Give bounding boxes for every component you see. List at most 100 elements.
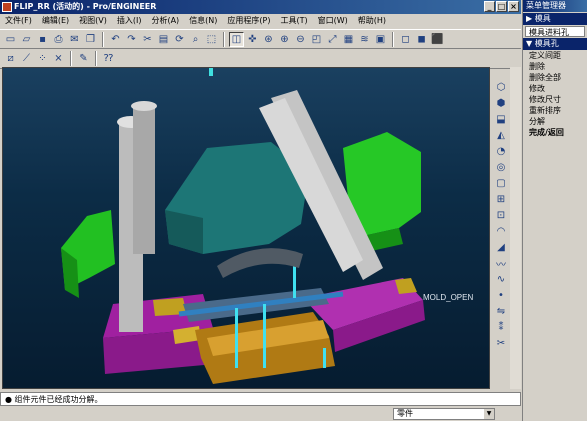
mold-feed-hole-selector[interactable]: 模具进料孔 bbox=[525, 26, 585, 37]
graphics-viewport[interactable]: MOLD_OPEN bbox=[2, 67, 490, 389]
undo-icon[interactable]: ↶ bbox=[108, 32, 123, 47]
datum-point-icon[interactable]: ⁘ bbox=[35, 51, 50, 66]
title-bar: FLIP_RR (活动的) - Pro/ENGINEER _ □ × bbox=[0, 0, 521, 14]
toolbar-separator bbox=[392, 31, 394, 47]
split-icon[interactable]: ⬓ bbox=[493, 112, 509, 126]
menu-info[interactable]: 信息(N) bbox=[184, 14, 222, 28]
menu-help[interactable]: 帮助(H) bbox=[353, 14, 391, 28]
redo-icon[interactable]: ↷ bbox=[124, 32, 139, 47]
maximize-button[interactable]: □ bbox=[496, 1, 507, 12]
window-title: FLIP_RR (活动的) - Pro/ENGINEER bbox=[14, 2, 157, 11]
menu-applications[interactable]: 应用程序(P) bbox=[222, 14, 275, 28]
toolbar-separator bbox=[95, 51, 97, 66]
repaint-icon[interactable]: ◫ bbox=[229, 31, 244, 47]
app-icon bbox=[2, 2, 12, 12]
menu-item-reorder[interactable]: 重新排序 bbox=[523, 105, 587, 116]
menu-edit[interactable]: 编辑(E) bbox=[37, 14, 74, 28]
regenerate-icon[interactable]: ⟳ bbox=[172, 32, 187, 47]
cut-icon[interactable]: ✂ bbox=[140, 32, 155, 47]
point-icon[interactable]: • bbox=[493, 288, 509, 302]
sketch-icon[interactable]: 〰 bbox=[493, 256, 509, 271]
viewport-scrollbar[interactable] bbox=[510, 67, 521, 389]
datum-toolbar: ⧄ ⟋ ⁘ ⨯ ✎ ⁇ bbox=[0, 49, 521, 69]
curve-icon[interactable]: ∿ bbox=[493, 272, 509, 286]
coordinate-system-icon[interactable]: ⨯ bbox=[51, 51, 66, 66]
layers-icon[interactable]: ≋ bbox=[357, 32, 372, 47]
ejector-pin bbox=[323, 348, 326, 368]
paste-icon[interactable]: ▤ bbox=[156, 32, 171, 47]
mold-open-label: MOLD_OPEN bbox=[423, 293, 473, 302]
wireframe-icon[interactable]: ◻ bbox=[398, 32, 413, 47]
molded-part bbox=[217, 248, 303, 278]
email-icon[interactable]: ✉ bbox=[67, 32, 82, 47]
round-icon[interactable]: ◠ bbox=[493, 224, 509, 238]
menu-view[interactable]: 视图(V) bbox=[74, 14, 112, 28]
copy-icon[interactable]: ❐ bbox=[83, 32, 98, 47]
mold-model: MOLD_OPEN bbox=[61, 68, 473, 384]
close-button[interactable]: × bbox=[508, 1, 519, 12]
menu-insert[interactable]: 插入(I) bbox=[112, 14, 147, 28]
menu-window[interactable]: 窗口(W) bbox=[313, 14, 353, 28]
spin-center-icon[interactable]: ✜ bbox=[245, 32, 260, 47]
datum-marker bbox=[209, 68, 213, 76]
view-manager-icon[interactable]: ▣ bbox=[373, 32, 388, 47]
saved-views-icon[interactable]: ▦ bbox=[341, 32, 356, 47]
menu-item-explode[interactable]: 分解 bbox=[523, 116, 587, 127]
datum-axis-icon[interactable]: ⟋ bbox=[19, 51, 34, 66]
guide-pin-top bbox=[131, 101, 157, 111]
new-file-icon[interactable]: ▭ bbox=[3, 32, 18, 47]
pattern-icon[interactable]: ⁑ bbox=[493, 320, 509, 334]
menu-item-modify-dim[interactable]: 修改尺寸 bbox=[523, 94, 587, 105]
trim-icon[interactable]: ✂ bbox=[493, 336, 509, 350]
toolbar-separator bbox=[102, 31, 104, 47]
minimize-button[interactable]: _ bbox=[484, 1, 495, 12]
menu-item-modify[interactable]: 修改 bbox=[523, 83, 587, 94]
draft-icon[interactable]: ⊡ bbox=[493, 208, 509, 222]
shell-icon[interactable]: ▢ bbox=[493, 176, 509, 190]
annotation-icon[interactable]: ✎ bbox=[76, 51, 91, 66]
extrude-icon[interactable]: ◭ bbox=[493, 128, 509, 142]
guide-pin bbox=[133, 106, 155, 254]
menu-item-delete[interactable]: 删除 bbox=[523, 61, 587, 72]
selector-value: 模具进料孔 bbox=[529, 28, 569, 37]
ejector-pin bbox=[263, 304, 266, 368]
menu-item-define-spacing[interactable]: 定义间距 bbox=[523, 50, 587, 61]
hidden-line-icon[interactable]: ◼ bbox=[414, 32, 429, 47]
ejector-pin bbox=[235, 308, 238, 368]
revolve-icon[interactable]: ◔ bbox=[493, 144, 509, 158]
menu-tools[interactable]: 工具(T) bbox=[276, 14, 313, 28]
menu-manager-title: 菜单管理器 bbox=[523, 0, 587, 12]
window-controls: _ □ × bbox=[484, 1, 519, 12]
mold-icon[interactable]: ⬡ bbox=[493, 80, 509, 94]
print-icon[interactable]: ⎙ bbox=[51, 32, 66, 47]
menu-bar: 文件(F) 编辑(E) 视图(V) 插入(I) 分析(A) 信息(N) 应用程序… bbox=[0, 14, 521, 28]
volume-icon[interactable]: ⬢ bbox=[493, 96, 509, 110]
shading-icon[interactable]: ⬛ bbox=[430, 32, 445, 47]
menu-mold-hole-header[interactable]: ▼ 模具孔 bbox=[523, 38, 587, 50]
datum-plane-icon[interactable]: ⧄ bbox=[3, 51, 18, 66]
context-help-icon[interactable]: ⁇ bbox=[101, 51, 116, 66]
rib-icon[interactable]: ⊞ bbox=[493, 192, 509, 206]
menu-item-delete-all[interactable]: 删除全部 bbox=[523, 72, 587, 83]
zoom-in-icon[interactable]: ⊕ bbox=[277, 32, 292, 47]
toolbar-separator bbox=[223, 31, 225, 47]
chamfer-icon[interactable]: ◢ bbox=[493, 240, 509, 254]
status-bar: 零件 ▼ bbox=[0, 407, 521, 421]
menu-file[interactable]: 文件(F) bbox=[0, 14, 37, 28]
menu-item-done-return[interactable]: 完成/返回 bbox=[523, 127, 587, 138]
open-folder-icon[interactable]: ▱ bbox=[19, 32, 34, 47]
zoom-out-icon[interactable]: ⊖ bbox=[293, 32, 308, 47]
save-icon[interactable]: ▪ bbox=[35, 32, 50, 47]
menu-analysis[interactable]: 分析(A) bbox=[146, 14, 184, 28]
chevron-down-icon[interactable]: ▼ bbox=[484, 409, 494, 419]
refit-icon[interactable]: ◰ bbox=[309, 32, 324, 47]
mirror-icon[interactable]: ⇋ bbox=[493, 304, 509, 318]
orient-icon[interactable]: ⊛ bbox=[261, 32, 276, 47]
menu-mold-header[interactable]: ▶ 模具 bbox=[523, 13, 587, 25]
selection-filter-dropdown[interactable]: 零件 ▼ bbox=[393, 408, 495, 420]
hole-icon[interactable]: ◎ bbox=[493, 160, 509, 174]
select-box-icon[interactable]: ⬚ bbox=[204, 32, 219, 47]
main-toolbar: ▭ ▱ ▪ ⎙ ✉ ❐ ↶ ↷ ✂ ▤ ⟳ ⌕ ⬚ ◫ ✜ ⊛ ⊕ ⊖ ◰ ⤢ … bbox=[0, 29, 521, 49]
reorient-icon[interactable]: ⤢ bbox=[325, 32, 340, 47]
find-icon[interactable]: ⌕ bbox=[188, 32, 203, 47]
